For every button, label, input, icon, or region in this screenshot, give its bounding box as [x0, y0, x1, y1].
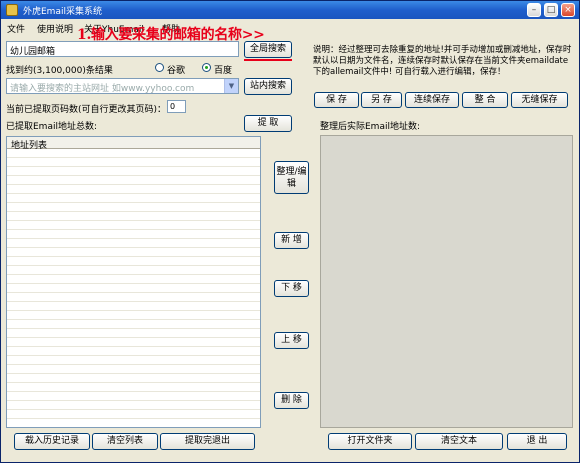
site-search-button[interactable]: 站内搜索 [244, 78, 292, 95]
list-row-line [7, 185, 260, 194]
global-search-button[interactable]: 全局搜索 [244, 41, 292, 58]
list-row-line [7, 311, 260, 320]
list-row-line [7, 167, 260, 176]
list-row-line [7, 401, 260, 410]
list-row-line [7, 329, 260, 338]
open-folder-button[interactable]: 打开文件夹 [328, 433, 412, 450]
list-row-line [7, 347, 260, 356]
list-row-line [7, 383, 260, 392]
list-row-line [7, 302, 260, 311]
address-list[interactable]: 地址列表 [6, 136, 261, 428]
list-row-line [7, 374, 260, 383]
extracted-count-label: 已提取Email地址总数: [6, 122, 98, 132]
main-window: 外虎Email采集系统 – □ × 文件 使用说明 关于YhuEmail 帮助 … [0, 0, 580, 463]
list-row-line [7, 275, 260, 284]
extract-button[interactable]: 提 取 [244, 115, 292, 132]
list-row-line [7, 365, 260, 374]
minimize-button[interactable]: – [527, 3, 541, 17]
site-url-combo[interactable]: 请输入要搜索的主站网址 如www.yyhoo.com ▼ [6, 78, 239, 94]
maximize-button[interactable]: □ [544, 3, 558, 17]
annotation-underline [244, 59, 292, 61]
list-row-line [7, 392, 260, 401]
extract-and-exit-button[interactable]: 提取完退出 [160, 433, 255, 450]
title-bar: 外虎Email采集系统 – □ × [1, 1, 579, 19]
list-row-line [7, 293, 260, 302]
list-row-line [7, 338, 260, 347]
google-label: 谷歌 [167, 66, 186, 76]
list-row-line [7, 248, 260, 257]
list-row-line [7, 239, 260, 248]
move-up-button[interactable]: 上 移 [274, 332, 309, 349]
actual-count-label: 整理后实际Email地址数: [320, 122, 421, 132]
pages-input[interactable]: 0 [167, 100, 186, 113]
list-row-line [7, 194, 260, 203]
app-icon [6, 4, 18, 16]
clear-list-button[interactable]: 清空列表 [92, 433, 158, 450]
close-button[interactable]: × [561, 3, 575, 17]
list-row-line [7, 356, 260, 365]
list-row-line [7, 221, 260, 230]
organize-edit-button[interactable]: 整理/编辑 [274, 161, 309, 194]
keyword-input[interactable]: 幼儿园邮箱 [6, 41, 239, 57]
address-list-header: 地址列表 [7, 137, 260, 151]
list-row-line [7, 257, 260, 266]
window-title: 外虎Email采集系统 [23, 7, 102, 17]
baidu-radio[interactable] [202, 63, 211, 72]
move-down-button[interactable]: 下 移 [274, 280, 309, 297]
save-button[interactable]: 保 存 [314, 92, 359, 108]
google-radio[interactable] [155, 63, 164, 72]
load-history-button[interactable]: 载入历史记录 [14, 433, 90, 450]
organized-address-text[interactable] [320, 135, 573, 428]
baidu-label: 百度 [214, 66, 233, 76]
list-row-line [7, 284, 260, 293]
seamless-save-button[interactable]: 无缝保存 [511, 92, 568, 108]
menu-file[interactable]: 文件 [7, 22, 25, 35]
list-row-line [7, 212, 260, 221]
result-count: 找到约(3,100,000)条结果 [6, 66, 113, 76]
list-row-line [7, 158, 260, 167]
menu-usage[interactable]: 使用说明 [37, 22, 73, 35]
exit-button[interactable]: 退 出 [507, 433, 567, 450]
pages-label: 当前已提取页码数(可自行更改其页码)： [6, 105, 167, 115]
clear-text-button[interactable]: 清空文本 [415, 433, 503, 450]
list-row-line [7, 320, 260, 329]
site-url-placeholder: 请输入要搜索的主站网址 如www.yyhoo.com [10, 84, 195, 94]
delete-button[interactable]: 删 除 [274, 392, 309, 409]
list-row-line [7, 230, 260, 239]
list-row-line [7, 203, 260, 212]
add-button[interactable]: 新 增 [274, 232, 309, 249]
save-as-button[interactable]: 另 存 [361, 92, 402, 108]
list-row-line [7, 176, 260, 185]
description-text: 说明：经过整理可去除重复的地址!并可手动增加或删减地址，保存时默认以日期为文件名… [313, 45, 572, 77]
address-list-body [7, 149, 260, 419]
list-row-line [7, 410, 260, 419]
continuous-save-button[interactable]: 连续保存 [405, 92, 459, 108]
merge-button[interactable]: 整 合 [462, 92, 508, 108]
list-row-line [7, 266, 260, 275]
chevron-down-icon[interactable]: ▼ [224, 79, 238, 93]
